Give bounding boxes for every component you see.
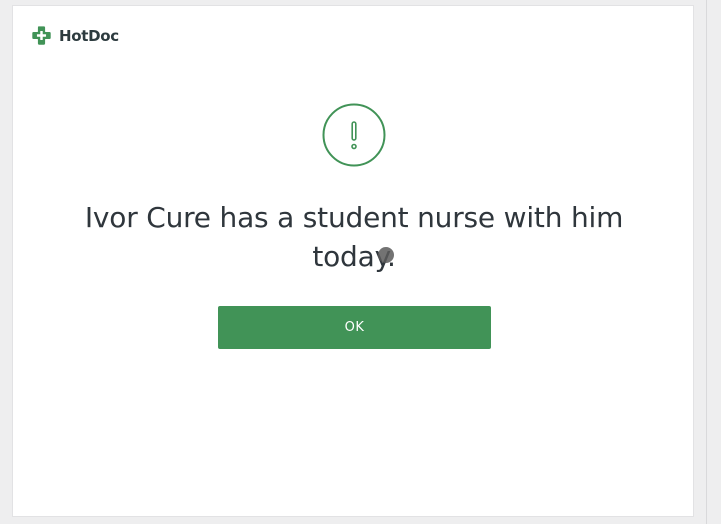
exclamation-icon (322, 103, 386, 167)
ok-button[interactable]: OK (218, 306, 491, 349)
alert-dialog: HotDoc Ivor Cure has a student nurse wit… (12, 5, 694, 517)
brand-logo: HotDoc (31, 25, 119, 46)
window-edge (706, 0, 707, 524)
brand-name: HotDoc (59, 26, 119, 45)
mouse-cursor (378, 247, 394, 263)
alert-message: Ivor Cure has a student nurse with him t… (84, 201, 624, 273)
plus-cross-icon (32, 26, 51, 45)
